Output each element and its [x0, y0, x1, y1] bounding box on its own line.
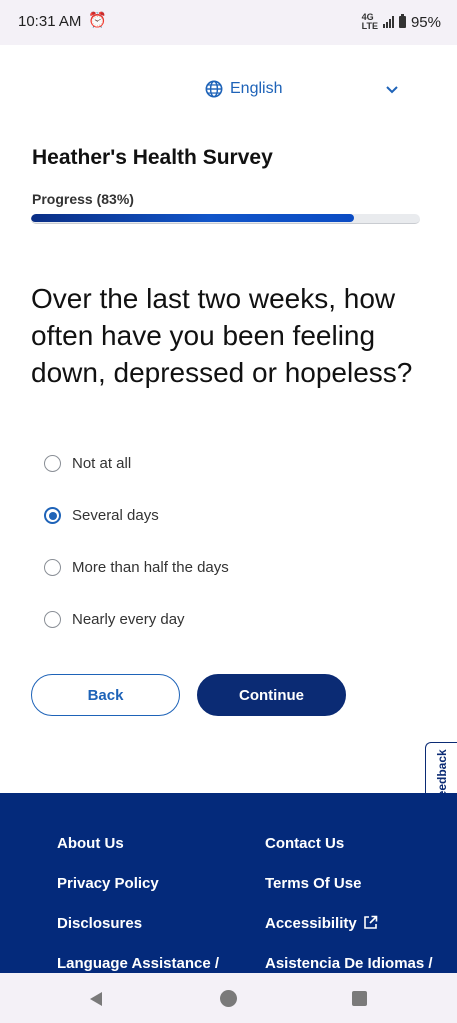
chevron-down-icon[interactable] [384, 82, 400, 98]
network-indicator-icon: 4G LTE [361, 12, 378, 31]
footer-link-disclosures[interactable]: Disclosures [57, 915, 142, 932]
radio-button[interactable] [44, 611, 61, 628]
system-nav-bar [0, 973, 457, 1023]
progress-bar-fill [31, 214, 354, 222]
globe-icon [205, 80, 223, 98]
radio-button[interactable] [44, 507, 61, 524]
option-label: Nearly every day [72, 611, 185, 628]
question-text: Over the last two weeks, how often have … [31, 283, 413, 388]
nav-recents-icon[interactable] [352, 991, 367, 1006]
option-more-than-half[interactable]: More than half the days [44, 559, 229, 576]
footer-link-accessibility[interactable]: Accessibility [265, 915, 378, 932]
signal-icon [382, 16, 394, 28]
footer: About Us Contact Us Privacy Policy Terms… [0, 793, 457, 973]
footer-link-terms[interactable]: Terms Of Use [265, 875, 361, 892]
continue-button[interactable]: Continue [197, 674, 346, 716]
battery-icon [398, 14, 406, 28]
nav-home-icon[interactable] [220, 990, 237, 1007]
status-time: 10:31 AM [18, 13, 82, 30]
external-link-icon [363, 915, 378, 929]
progress-label: Progress (83%) [32, 191, 134, 207]
nav-back-icon[interactable] [88, 991, 104, 1007]
status-bar: 10:31 AM ⏰ 4G LTE 95% [0, 0, 457, 45]
option-nearly-every-day[interactable]: Nearly every day [44, 611, 185, 628]
battery-percent: 95% [410, 13, 441, 31]
survey-title: Heather's Health Survey [32, 146, 273, 169]
status-right: 4G LTE 95% [362, 13, 441, 31]
option-label: Several days [72, 507, 159, 524]
accessibility-label: Accessibility [265, 915, 357, 932]
option-not-at-all[interactable]: Not at all [44, 455, 131, 472]
footer-link-language-assistance[interactable]: Language Assistance / [57, 955, 219, 972]
alarm-icon: ⏰ [88, 12, 107, 29]
option-label: More than half the days [72, 559, 229, 576]
back-button[interactable]: Back [31, 674, 180, 716]
option-several-days[interactable]: Several days [44, 507, 159, 524]
footer-link-asistencia[interactable]: Asistencia De Idiomas / [265, 955, 433, 972]
progress-bar [31, 214, 420, 224]
radio-button[interactable] [44, 455, 61, 472]
language-selector[interactable]: English [205, 80, 282, 98]
language-label: English [230, 80, 283, 97]
footer-link-about[interactable]: About Us [57, 835, 124, 852]
footer-link-privacy[interactable]: Privacy Policy [57, 875, 159, 892]
option-label: Not at all [72, 455, 132, 472]
footer-link-contact[interactable]: Contact Us [265, 835, 344, 852]
radio-button[interactable] [44, 559, 61, 576]
